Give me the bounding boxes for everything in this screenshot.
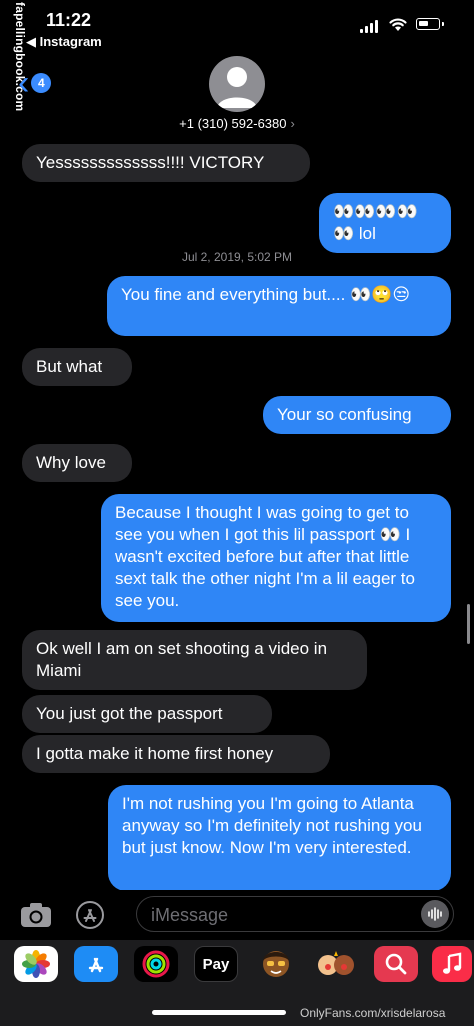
outgoing-message-bubble[interactable]: I'm not rushing you I'm going to Atlanta… <box>108 785 451 891</box>
applepay[interactable]: Pay <box>194 946 238 982</box>
search-images-icon[interactable] <box>374 946 418 982</box>
scroll-indicator[interactable] <box>467 604 470 644</box>
onlyfans-watermark: OnlyFans.com/xrisdelarosa <box>300 1006 446 1020</box>
contact-phone-number: +1 (310) 592-6380 <box>179 116 287 131</box>
back-app-label: Instagram <box>39 34 102 49</box>
status-bar: 11:22 ◀ Instagram <box>0 0 474 50</box>
outgoing-message-bubble[interactable]: Your so confusing <box>263 396 451 434</box>
camera-icon[interactable] <box>20 902 52 933</box>
message-input[interactable]: iMessage <box>136 896 454 932</box>
chevron-right-icon: › <box>290 116 295 131</box>
contact-name-button[interactable]: +1 (310) 592-6380 › <box>0 116 474 131</box>
incoming-message-bubble[interactable]: But what <box>22 348 132 386</box>
incoming-message-bubble[interactable]: I gotta make it home first honey <box>22 735 330 773</box>
incoming-message-bubble[interactable]: You just got the passport <box>22 695 272 733</box>
audio-message-icon[interactable] <box>421 900 449 928</box>
app-drawer: Pay OnlyFans.com/xrisdelarosa <box>0 940 474 1026</box>
cellular-signal-icon <box>360 20 378 33</box>
message-composer: iMessage <box>0 890 474 940</box>
battery-cap <box>442 22 444 26</box>
photos-icon[interactable] <box>14 946 58 982</box>
activity-icon[interactable] <box>134 946 178 982</box>
outgoing-message-bubble[interactable]: 👀👀👀👀👀 lol <box>319 193 451 253</box>
outgoing-message-bubble[interactable]: Because I thought I was going to get to … <box>101 494 451 622</box>
unread-count-badge: 4 <box>31 73 52 93</box>
contact-avatar[interactable] <box>209 56 265 112</box>
back-button[interactable]: ‹ 4 <box>18 64 52 102</box>
appstore-icon[interactable] <box>74 946 118 982</box>
watermark-text: fapellingbook.com <box>13 2 27 112</box>
incoming-message-bubble[interactable]: Why love <box>22 444 132 482</box>
app-store-drawer-icon[interactable] <box>75 900 105 930</box>
incoming-message-bubble[interactable]: Ok well I am on set shooting a video in … <box>22 630 367 690</box>
chevron-left-icon: ‹ <box>18 64 30 102</box>
wifi-icon <box>388 16 408 37</box>
outgoing-message-bubble[interactable]: You fine and everything but.... 👀🙄😒 <box>107 276 451 336</box>
status-time: 11:22 <box>46 10 92 30</box>
message-thread[interactable]: Yesssssssssssss!!!! VICTORY 👀👀👀👀👀 lol Ju… <box>0 140 474 891</box>
home-indicator[interactable] <box>152 1010 286 1015</box>
applepay-label: Pay <box>202 955 230 973</box>
back-to-app-link[interactable]: ◀ Instagram <box>26 34 102 50</box>
memoji-icon[interactable] <box>254 946 298 982</box>
memoji-stickers-icon[interactable] <box>314 946 358 982</box>
battery-icon <box>416 18 440 30</box>
music-icon[interactable] <box>432 946 472 982</box>
message-timestamp: Jul 2, 2019, 5:02 PM <box>181 250 293 264</box>
incoming-message-bubble[interactable]: Yesssssssssssss!!!! VICTORY <box>22 144 310 182</box>
battery-level <box>419 21 428 26</box>
message-input-placeholder: iMessage <box>151 905 229 925</box>
